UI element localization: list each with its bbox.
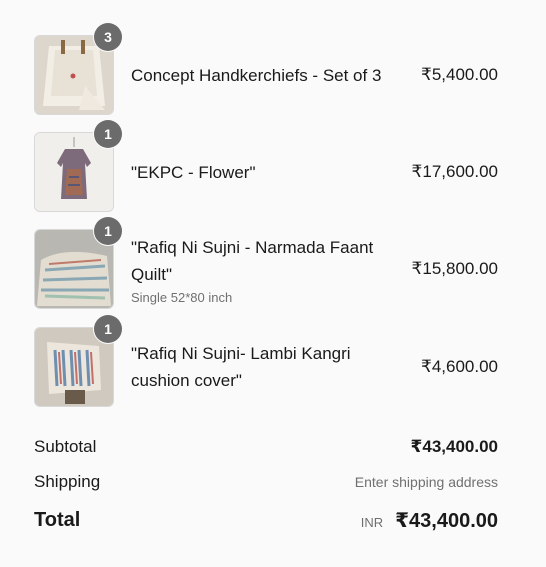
item-price: ₹15,800.00 [411,259,498,278]
item-variant: Single 52*80 inch [131,289,233,305]
currency-code: INR [360,514,384,530]
quantity-badge: 1 [94,315,122,343]
product-thumbnail: 1 [34,315,122,407]
item-name: Concept Handkerchiefs - Set of 3 [131,65,382,85]
item-name: "Rafiq Ni Sujni- Lambi Kangri cushion co… [131,340,421,394]
item-name: "Rafiq Ni Sujni - Narmada Faant Quilt" [131,234,412,288]
shipping-value: Enter shipping address [354,474,498,490]
subtotal-value: ₹43,400.00 [410,437,498,456]
item-name: "EKPC - Flower" [131,162,256,182]
quantity-badge: 1 [94,120,122,148]
total-row: Total INR ₹43,400.00 [34,506,498,534]
item-name-line: Quilt" [131,264,172,284]
item-price: ₹5,400.00 [421,65,498,84]
quantity-badge: 3 [94,23,122,51]
item-price: ₹4,600.00 [421,357,498,376]
total-label: Total [34,508,81,531]
shipping-row: Shipping Enter shipping address [34,471,498,493]
line-item: 3 Concept Handkerchiefs - Set of 3 ₹5,40… [34,23,498,115]
line-item: 1 "EKPC - Flower" ₹17,600.00 [34,120,498,212]
shipping-label: Shipping [34,472,101,491]
subtotal-row: Subtotal ₹43,400.00 [34,436,498,458]
line-item: 1 "Rafiq Ni Sujni- Lambi Kangri cushion … [34,315,498,407]
total-value: ₹43,400.00 [395,509,498,532]
order-summary: 3 Concept Handkerchiefs - Set of 3 ₹5,40… [0,0,546,567]
item-price: ₹17,600.00 [411,162,498,181]
product-thumbnail: 1 [34,120,122,212]
product-thumbnail: 1 [34,217,122,309]
quantity-badge: 1 [94,217,122,245]
subtotal-label: Subtotal [34,437,97,456]
product-thumbnail: 3 [34,23,122,115]
item-name-line: cushion cover" [131,371,242,390]
item-name-line: "Rafiq Ni Sujni- Lambi Kangri [131,344,351,363]
line-item: 1 "Rafiq Ni Sujni - Narmada Faant Quilt"… [34,217,498,309]
item-name-line: "Rafiq Ni Sujni - Narmada Faant [131,237,374,257]
